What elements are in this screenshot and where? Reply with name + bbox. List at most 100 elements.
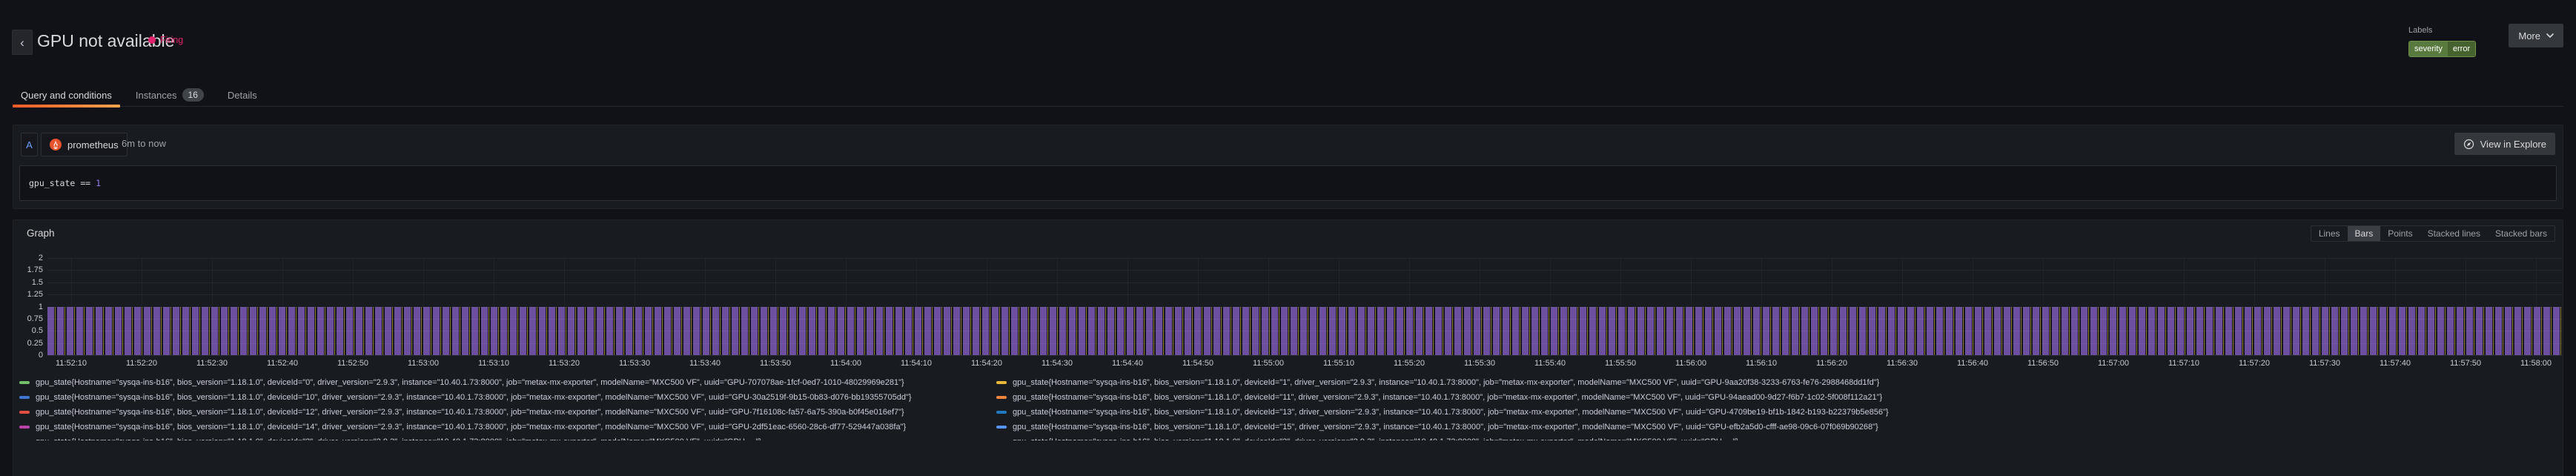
y-axis-tick-label: 1.75 xyxy=(13,265,43,274)
x-axis-tick-label: 11:57:20 xyxy=(2239,359,2270,368)
x-axis-tick-label: 11:57:40 xyxy=(2380,359,2411,368)
gridline-vertical xyxy=(775,258,776,355)
gridline-vertical xyxy=(1339,258,1340,355)
back-button[interactable]: ‹ xyxy=(12,30,33,55)
legend-marker-icon xyxy=(996,396,1007,399)
legend-item[interactable]: gpu_state{Hostname="sysqa-ins-b16", bios… xyxy=(19,393,996,402)
gridline-vertical xyxy=(2395,258,2396,355)
x-axis-tick-label: 11:53:00 xyxy=(408,359,439,368)
gridline-vertical xyxy=(71,258,72,355)
query-editor[interactable]: gpu_state==1 xyxy=(19,165,2557,201)
firing-status-label: Firing xyxy=(160,35,183,45)
x-axis-tick-label: 11:53:40 xyxy=(689,359,721,368)
more-button-label: More xyxy=(2518,30,2540,42)
legend-marker-icon xyxy=(19,411,30,414)
prometheus-icon xyxy=(50,139,62,151)
y-axis-tick-label: 0.75 xyxy=(13,314,43,323)
gridline-vertical xyxy=(1198,258,1199,355)
gridline-vertical xyxy=(212,258,213,355)
x-axis-tick-label: 11:55:40 xyxy=(1534,359,1566,368)
query-panel: A prometheus 6m to now View in Explore g… xyxy=(13,125,2563,209)
legend-marker-icon xyxy=(19,381,30,384)
gridline-vertical xyxy=(564,258,565,355)
x-axis-tick-label: 11:56:50 xyxy=(2027,359,2059,368)
tab-label: Details xyxy=(228,90,257,101)
x-axis-tick-label: 11:56:20 xyxy=(1816,359,1847,368)
legend-item[interactable]: gpu_state{Hostname="sysqa-ins-b16", bios… xyxy=(19,423,996,432)
legend-label: gpu_state{Hostname="sysqa-ins-b16", bios… xyxy=(36,423,906,432)
more-button[interactable]: More xyxy=(2509,24,2563,47)
x-axis-tick-label: 11:52:20 xyxy=(126,359,157,368)
legend-label: gpu_state{Hostname="sysqa-ins-b16", bios… xyxy=(1013,393,1882,402)
time-range-label: 6m to now xyxy=(122,133,166,155)
chevron-left-icon: ‹ xyxy=(20,36,24,49)
legend-label: gpu_state{Hostname="sysqa-ins-b16", bios… xyxy=(1013,408,1889,417)
y-axis-tick-label: 1.5 xyxy=(13,278,43,287)
legend-item[interactable]: gpu_state{Hostname="sysqa-ins-b16", bios… xyxy=(996,437,2547,440)
x-axis-tick-label: 11:52:50 xyxy=(337,359,368,368)
legend-item[interactable]: gpu_state{Hostname="sysqa-ins-b16", bios… xyxy=(19,408,996,417)
gridline-vertical xyxy=(1761,258,1762,355)
legend-label: gpu_state{Hostname="sysqa-ins-b16", bios… xyxy=(1013,437,1738,440)
tab-details[interactable]: Details xyxy=(219,83,265,107)
gridline-vertical xyxy=(705,258,706,355)
x-axis-tick-label: 11:52:30 xyxy=(196,359,228,368)
legend-label: gpu_state{Hostname="sysqa-ins-b16", bios… xyxy=(36,437,761,440)
x-axis-tick-label: 11:54:00 xyxy=(830,359,861,368)
gridline-vertical xyxy=(846,258,847,355)
expr-value: 1 xyxy=(96,178,101,188)
x-axis-tick-label: 11:57:10 xyxy=(2168,359,2199,368)
datasource-label: prometheus xyxy=(67,139,119,151)
legend: gpu_state{Hostname="sysqa-ins-b16", bios… xyxy=(19,375,2547,440)
x-axis-tick-label: 11:55:10 xyxy=(1323,359,1354,368)
gridline-horizontal xyxy=(47,282,2562,283)
x-axis-tick-label: 11:57:50 xyxy=(2450,359,2481,368)
gridline-vertical xyxy=(916,258,917,355)
y-axis-tick-label: 1 xyxy=(13,303,43,311)
datasource-button[interactable]: prometheus xyxy=(41,133,128,156)
tab-instances[interactable]: Instances 16 xyxy=(128,83,212,107)
gridline-vertical xyxy=(1691,258,1692,355)
legend-label: gpu_state{Hostname="sysqa-ins-b16", bios… xyxy=(36,408,904,417)
compass-icon xyxy=(2463,139,2474,150)
legend-item[interactable]: gpu_state{Hostname="sysqa-ins-b16", bios… xyxy=(996,393,2547,402)
gridline-vertical xyxy=(2043,258,2044,355)
labels-heading: Labels xyxy=(2408,26,2432,35)
gridline-vertical xyxy=(2254,258,2255,355)
y-axis-tick-label: 0.5 xyxy=(13,326,43,335)
x-axis-tick-label: 11:56:30 xyxy=(1887,359,1918,368)
gridline-horizontal xyxy=(47,258,2562,259)
y-axis-tick-label: 2 xyxy=(13,254,43,262)
x-axis-tick-label: 11:54:30 xyxy=(1042,359,1073,368)
legend-item[interactable]: gpu_state{Hostname="sysqa-ins-b16", bios… xyxy=(19,378,996,387)
tab-query-and-conditions[interactable]: Query and conditions xyxy=(13,83,120,107)
legend-item[interactable]: gpu_state{Hostname="sysqa-ins-b16", bios… xyxy=(996,408,2547,417)
x-axis-tick-label: 11:57:30 xyxy=(2309,359,2340,368)
gridline-horizontal xyxy=(47,355,2562,356)
view-in-explore-button[interactable]: View in Explore xyxy=(2454,133,2555,155)
x-axis-tick-label: 11:53:50 xyxy=(760,359,791,368)
legend-item[interactable]: gpu_state{Hostname="sysqa-ins-b16", bios… xyxy=(996,423,2547,432)
x-axis-tick-label: 11:53:10 xyxy=(478,359,509,368)
gridline-vertical xyxy=(2536,258,2537,355)
label-tag[interactable]: severity error xyxy=(2408,41,2476,57)
legend-label: gpu_state{Hostname="sysqa-ins-b16", bios… xyxy=(36,393,912,402)
legend-marker-icon xyxy=(19,426,30,429)
gridline-horizontal xyxy=(47,270,2562,271)
gridline-vertical xyxy=(1409,258,1410,355)
gridline-horizontal xyxy=(47,319,2562,320)
y-axis-tick-label: 1.25 xyxy=(13,290,43,299)
query-ref-badge: A xyxy=(21,133,38,156)
x-axis-tick-label: 11:52:40 xyxy=(267,359,298,368)
legend-item[interactable]: gpu_state{Hostname="sysqa-ins-b16", bios… xyxy=(996,378,2547,387)
legend-marker-icon xyxy=(996,381,1007,384)
x-axis-tick-label: 11:55:00 xyxy=(1253,359,1284,368)
y-axis-tick-label: 0.25 xyxy=(13,339,43,348)
gridline-horizontal xyxy=(47,307,2562,308)
x-axis-tick-label: 11:56:10 xyxy=(1746,359,1777,368)
x-axis-tick-label: 11:53:20 xyxy=(549,359,580,368)
legend-item[interactable]: gpu_state{Hostname="sysqa-ins-b16", bios… xyxy=(19,437,996,440)
gridline-vertical xyxy=(353,258,354,355)
x-axis-tick-label: 11:55:30 xyxy=(1464,359,1495,368)
view-in-explore-label: View in Explore xyxy=(2480,139,2546,150)
